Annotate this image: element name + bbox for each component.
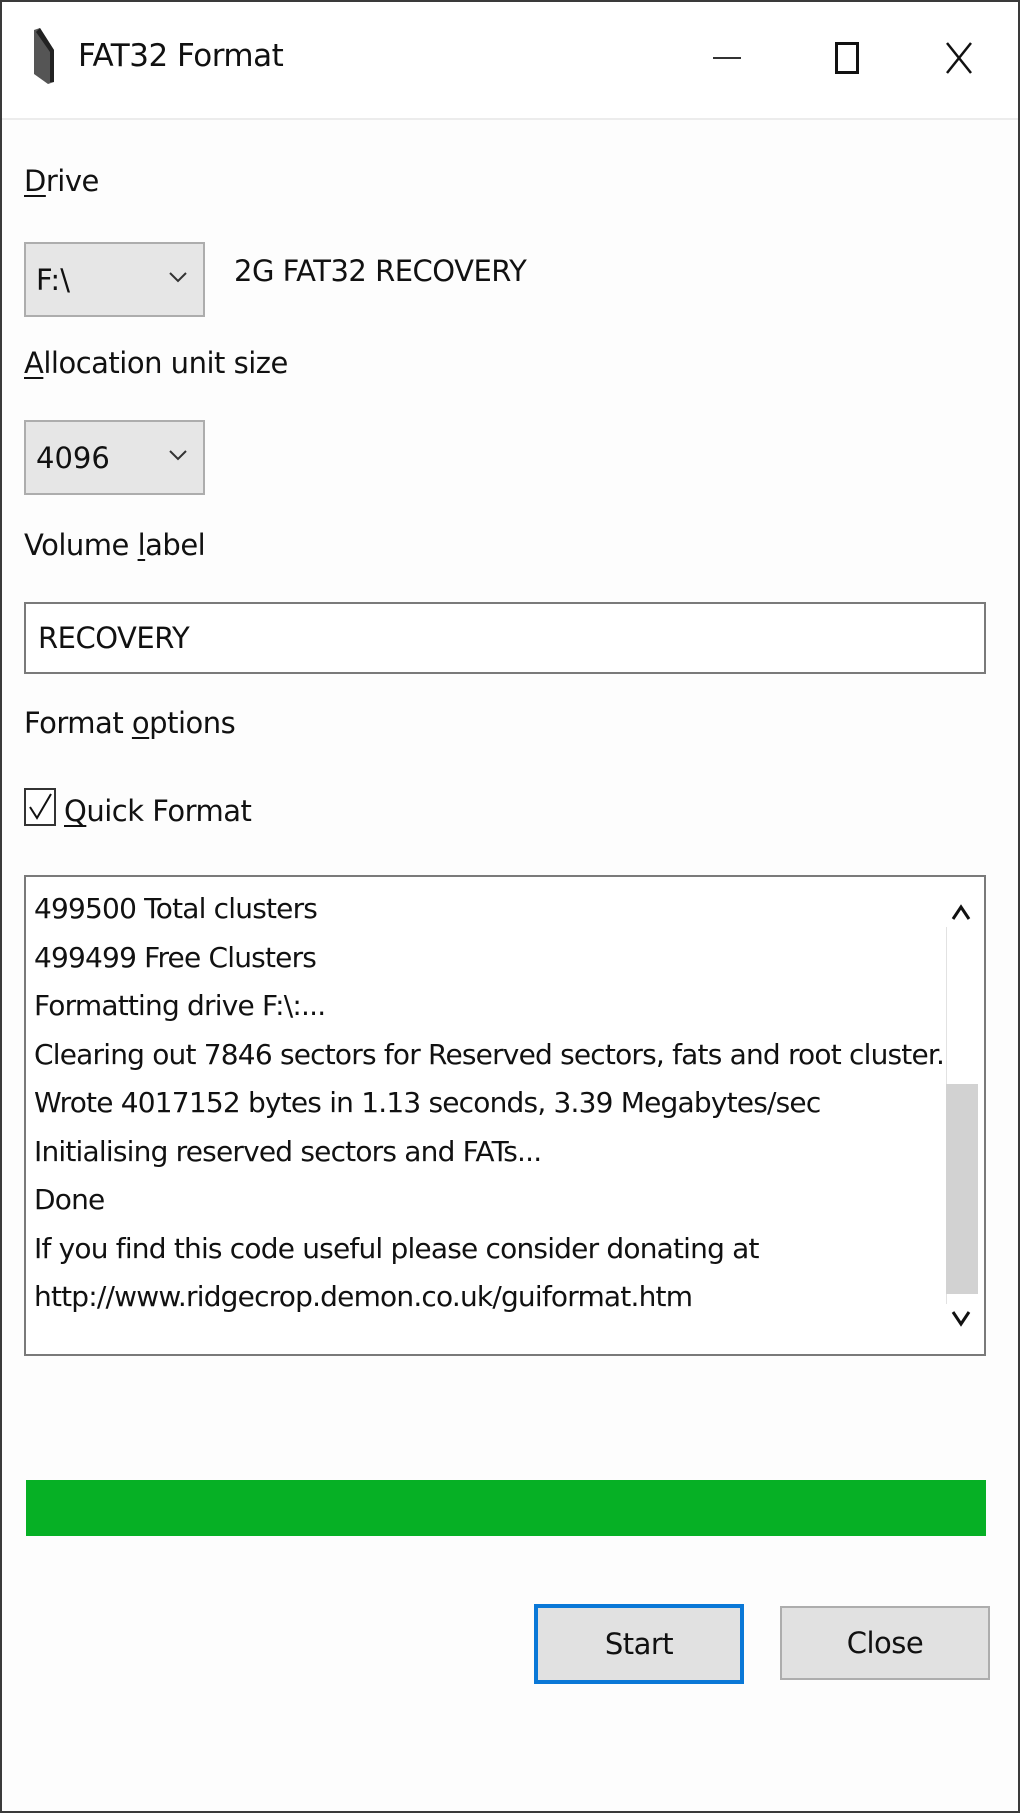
allocation-unit-size-select[interactable]: 4096 xyxy=(24,420,205,495)
scroll-up-icon[interactable] xyxy=(948,901,974,927)
log-line: If you find this code useful please cons… xyxy=(34,1231,760,1265)
log-line: Initialising reserved sectors and FATs..… xyxy=(34,1134,542,1168)
minimize-button[interactable] xyxy=(682,20,772,96)
allocation-select-value: 4096 xyxy=(36,441,110,475)
log-line: Formatting drive F:\:... xyxy=(34,989,326,1022)
allocation-unit-size-label: Allocation unit size xyxy=(24,346,288,380)
quick-format-mnemonic: Q xyxy=(64,794,87,828)
drive-label-text: rive xyxy=(45,164,99,198)
quick-format-checkbox[interactable] xyxy=(24,788,56,826)
log-line: http://www.ridgecrop.demon.co.uk/guiform… xyxy=(34,1280,693,1313)
checkmark-icon xyxy=(29,793,52,820)
volume-label-input[interactable] xyxy=(24,602,986,674)
scroll-thumb[interactable] xyxy=(946,1084,978,1294)
minimize-icon xyxy=(713,57,741,59)
chevron-down-icon xyxy=(169,450,187,461)
quick-format-label[interactable]: Quick Format xyxy=(64,794,252,828)
volume-label-mnemonic: l xyxy=(137,528,146,562)
volume-label-label: Volume label xyxy=(24,528,206,562)
status-log[interactable]: 499500 Total clusters 499499 Free Cluster… xyxy=(24,875,986,1356)
drive-icon xyxy=(34,28,54,84)
maximize-button[interactable] xyxy=(802,20,892,96)
chevron-down-icon xyxy=(169,272,187,283)
close-icon xyxy=(946,42,972,74)
format-options-mnemonic: o xyxy=(131,706,150,740)
drive-select-value: F:\ xyxy=(36,263,70,297)
log-line: Wrote 4017152 bytes in 1.13 seconds, 3.3… xyxy=(34,1086,821,1119)
close-button[interactable]: Close xyxy=(780,1606,990,1680)
log-line: 499500 Total clusters xyxy=(34,892,318,925)
allocation-label-mnemonic: A xyxy=(24,346,44,380)
format-progress-bar xyxy=(26,1480,986,1536)
fat32-format-window: FAT32 Format Drive F:\ 2G FAT32 RECOVERY… xyxy=(0,0,1020,1813)
progress-fill xyxy=(26,1480,986,1536)
format-options-text-pre: Format xyxy=(24,706,132,740)
title-bar[interactable]: FAT32 Format xyxy=(2,2,1018,120)
log-line: Done xyxy=(34,1183,105,1216)
window-title: FAT32 Format xyxy=(78,38,284,74)
volume-label-text-rest: abel xyxy=(145,528,206,562)
log-lines: 499500 Total clusters 499499 Free Cluster… xyxy=(34,885,961,1322)
close-window-button[interactable] xyxy=(914,20,1004,96)
allocation-label-text: llocation unit size xyxy=(43,346,288,380)
log-scrollbar[interactable] xyxy=(944,877,980,1354)
drive-label: Drive xyxy=(24,164,99,198)
start-button[interactable]: Start xyxy=(534,1604,744,1684)
maximize-icon xyxy=(835,42,859,74)
log-line: Clearing out 7846 sectors for Reserved s… xyxy=(34,1037,961,1071)
quick-format-text: uick Format xyxy=(86,794,252,828)
volume-label-text-pre: Volume xyxy=(24,528,138,562)
drive-description: 2G FAT32 RECOVERY xyxy=(234,254,527,288)
drive-label-mnemonic: D xyxy=(24,164,46,198)
log-line: 499499 Free Clusters xyxy=(34,940,317,974)
format-options-label: Format options xyxy=(24,706,236,740)
scroll-down-icon[interactable] xyxy=(948,1304,974,1330)
drive-select[interactable]: F:\ xyxy=(24,242,205,317)
format-options-text-rest: ptions xyxy=(149,706,236,740)
